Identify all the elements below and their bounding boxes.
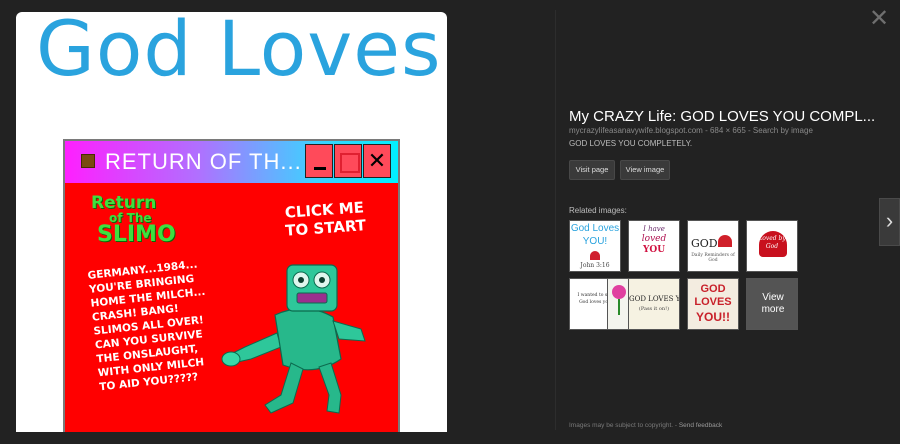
image-description: GOD LOVES YOU COMPLETELY. (569, 139, 693, 148)
view-more-label: View more (747, 279, 797, 329)
thumb-text: YOU!! (696, 310, 730, 324)
preview-image[interactable]: God Loves RETURN OF TH... ✕ Return of Th (16, 12, 447, 432)
search-by-image-link[interactable]: Search by image (753, 126, 813, 135)
related-image-thumb[interactable]: I have loved YOU (628, 220, 680, 272)
related-image-thumb[interactable]: GOD LOVES YOU!! (687, 278, 739, 330)
game-logo-line: SLIMO (97, 222, 176, 247)
related-image-thumb[interactable]: GOD Daily Reminders of God (687, 220, 739, 272)
chevron-right-icon[interactable]: › (879, 198, 900, 246)
thumb-text: God (765, 243, 779, 250)
heart-icon (718, 235, 732, 247)
view-image-button[interactable]: View image (620, 160, 670, 180)
thumb-text: God Loves (570, 223, 620, 234)
thumb-text: John 3:16 (580, 262, 610, 269)
image-viewer: God Loves RETURN OF TH... ✕ Return of Th (0, 0, 900, 444)
footer: Images may be subject to copyright. - Se… (569, 422, 722, 429)
thumb-text: GOD (700, 283, 726, 295)
related-image-thumb[interactable] (607, 278, 629, 330)
source-domain[interactable]: mycrazylifeasanavywife.blogspot.com (569, 126, 703, 135)
image-dimensions: 684 × 665 (709, 126, 746, 135)
stem-icon (618, 299, 620, 315)
thumb-text: loved (641, 234, 667, 244)
game-logo-line: Return (91, 193, 157, 213)
view-more-text: more (761, 304, 785, 315)
visit-page-button[interactable]: Visit page (569, 160, 615, 180)
thumb-text: (Pass it on!) (638, 306, 670, 312)
image-meta: mycrazylifeasanavywife.blogspot.com - 68… (569, 126, 813, 135)
heart-icon (590, 251, 600, 260)
related-image-thumb[interactable]: Loved by God (746, 220, 798, 272)
maximize-icon (340, 153, 360, 173)
image-title[interactable]: My CRAZY Life: GOD LOVES YOU COMPL... (569, 108, 875, 125)
thumb-text: YOU! (582, 236, 608, 247)
game-window-title: RETURN OF TH... (105, 149, 302, 174)
meta-separator: - (702, 126, 710, 135)
app-icon (81, 154, 95, 168)
view-more-text: View (762, 292, 784, 303)
meta-separator: - (745, 126, 753, 135)
minimize-button (305, 144, 333, 178)
thumb-text: Daily Reminders of God (691, 253, 735, 263)
related-image-thumb[interactable]: GOD LOVES Y (Pass it on!) (628, 278, 680, 330)
window-close-button: ✕ (363, 144, 391, 178)
thumb-text: YOU (642, 245, 666, 255)
game-body: Return of The SLIMO CLICK ME TO START GE… (65, 183, 398, 432)
maximize-button (334, 144, 362, 178)
send-feedback-link[interactable]: Send feedback (679, 422, 722, 429)
panel-divider (555, 10, 556, 430)
close-icon[interactable]: ✕ (868, 7, 890, 31)
game-window: RETURN OF TH... ✕ Return of The SLIMO CL… (63, 139, 400, 432)
thumb-text: LOVES (694, 296, 732, 308)
thumb-text: GOD LOVES Y (629, 295, 680, 303)
thumb-text: I have (643, 225, 665, 233)
preview-heading: God Loves (36, 12, 442, 93)
thumb-text: Loved by (758, 235, 786, 242)
game-story-text: GERMANY...1984... YOU'RE BRINGING HOME T… (87, 257, 218, 395)
robot-character (221, 264, 366, 414)
minimize-icon (314, 167, 326, 170)
related-image-thumb[interactable]: God Loves YOU! John 3:16 (569, 220, 621, 272)
view-more-button[interactable]: View more (746, 278, 798, 330)
copyright-notice: Images may be subject to copyright. (569, 422, 674, 429)
game-logo: Return of The SLIMO (91, 195, 176, 246)
window-close-icon: ✕ (367, 148, 387, 173)
related-images-label: Related images: (569, 206, 627, 215)
game-titlebar: RETURN OF TH... ✕ (65, 141, 398, 183)
flower-icon (612, 285, 626, 299)
click-to-start-text: CLICK ME TO START (274, 198, 376, 241)
